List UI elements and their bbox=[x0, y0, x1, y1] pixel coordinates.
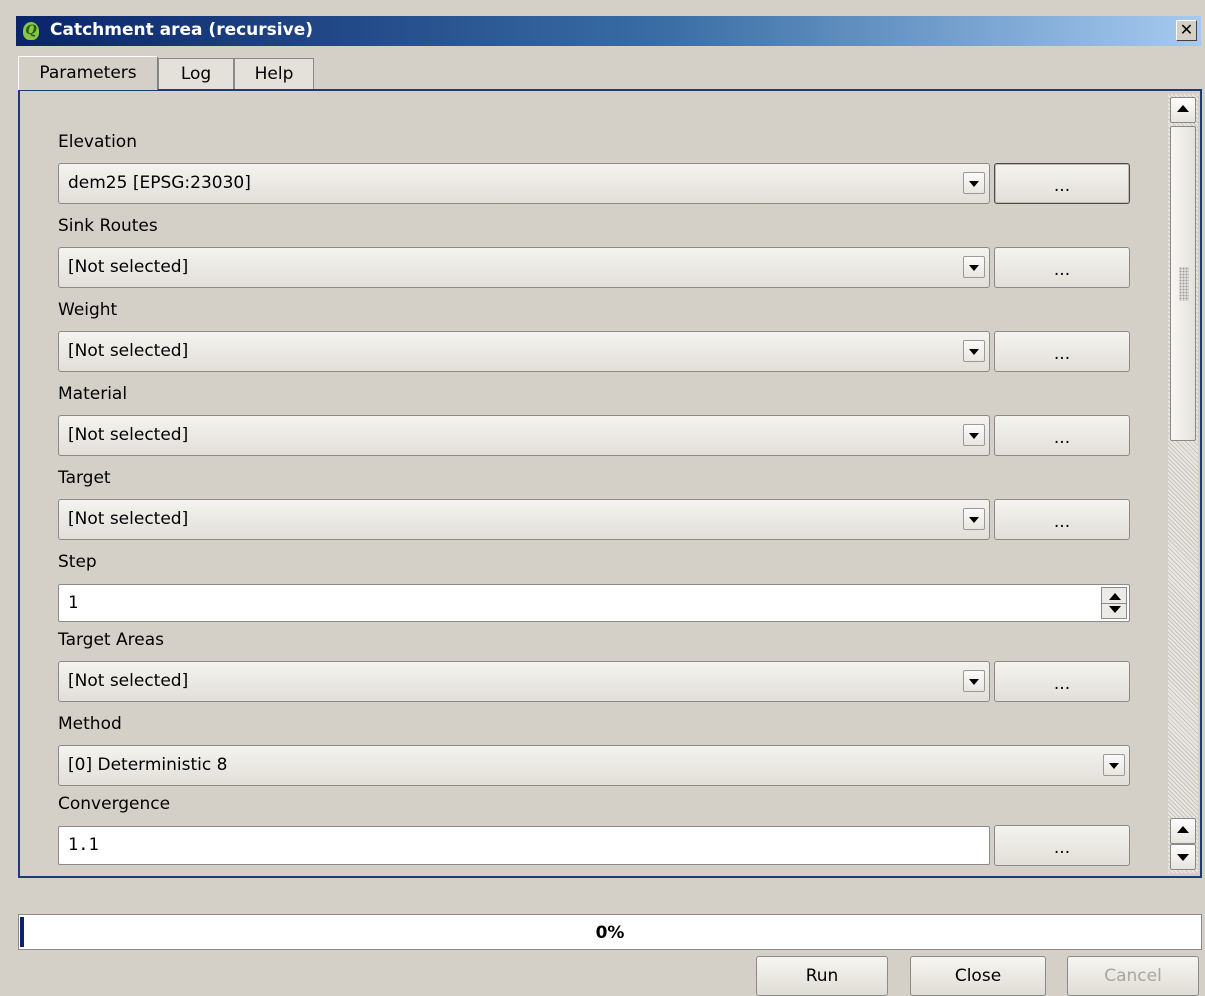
step-spinner[interactable] bbox=[1101, 587, 1127, 619]
qgis-logo-icon: Q bbox=[23, 22, 39, 40]
material-label: Material bbox=[58, 384, 128, 404]
window-titlebar[interactable]: Q Catchment area (recursive) ✕ bbox=[16, 16, 1201, 46]
run-button[interactable]: Run bbox=[756, 956, 888, 996]
chevron-down-icon[interactable] bbox=[963, 172, 985, 194]
target-areas-select[interactable]: [Not selected] bbox=[58, 661, 990, 702]
scrollbar-thumb[interactable] bbox=[1170, 126, 1196, 441]
sink-routes-browse-button[interactable]: ... bbox=[994, 247, 1130, 288]
scroll-up-button[interactable] bbox=[1170, 97, 1196, 123]
sink-routes-value: [Not selected] bbox=[68, 257, 189, 277]
progress-label: 0% bbox=[595, 923, 625, 943]
target-select[interactable]: [Not selected] bbox=[58, 499, 990, 540]
elevation-select[interactable]: dem25 [EPSG:23030] bbox=[58, 163, 990, 204]
chevron-down-icon[interactable] bbox=[963, 670, 985, 692]
step-label: Step bbox=[58, 552, 97, 572]
method-label: Method bbox=[58, 714, 122, 734]
weight-value: [Not selected] bbox=[68, 341, 189, 361]
material-value: [Not selected] bbox=[68, 425, 189, 445]
parameters-panel: Elevation dem25 [EPSG:23030] ... Sink Ro… bbox=[18, 89, 1202, 878]
material-browse-button[interactable]: ... bbox=[994, 415, 1130, 456]
chevron-down-icon[interactable] bbox=[963, 424, 985, 446]
target-value: [Not selected] bbox=[68, 509, 189, 529]
window-close-button[interactable]: ✕ bbox=[1176, 20, 1197, 41]
tab-log[interactable]: Log bbox=[158, 58, 234, 90]
weight-label: Weight bbox=[58, 300, 118, 320]
chevron-down-icon[interactable] bbox=[1103, 754, 1125, 776]
chevron-down-icon[interactable] bbox=[963, 508, 985, 530]
elevation-value: dem25 [EPSG:23030] bbox=[68, 173, 251, 193]
scroll-up-button-bottom[interactable] bbox=[1170, 818, 1196, 844]
tab-help[interactable]: Help bbox=[234, 58, 314, 90]
sink-routes-label: Sink Routes bbox=[58, 216, 158, 236]
target-browse-button[interactable]: ... bbox=[994, 499, 1130, 540]
elevation-browse-button[interactable]: ... bbox=[994, 163, 1130, 204]
step-input[interactable]: 1 bbox=[58, 584, 1130, 622]
scroll-down-button[interactable] bbox=[1170, 844, 1196, 870]
target-areas-value: [Not selected] bbox=[68, 671, 189, 691]
cancel-button[interactable]: Cancel bbox=[1067, 956, 1199, 996]
tab-parameters[interactable]: Parameters bbox=[18, 56, 158, 90]
chevron-down-icon[interactable] bbox=[963, 256, 985, 278]
chevron-down-icon[interactable] bbox=[963, 340, 985, 362]
elevation-label: Elevation bbox=[58, 132, 137, 152]
convergence-label: Convergence bbox=[58, 794, 171, 814]
spin-down-icon[interactable] bbox=[1109, 606, 1121, 613]
close-button[interactable]: Close bbox=[910, 956, 1046, 996]
target-areas-browse-button[interactable]: ... bbox=[994, 661, 1130, 702]
progress-bar: 0% bbox=[18, 914, 1202, 950]
spin-up-icon[interactable] bbox=[1109, 593, 1121, 600]
target-label: Target bbox=[58, 468, 111, 488]
weight-browse-button[interactable]: ... bbox=[994, 331, 1130, 372]
arrow-up-icon bbox=[1177, 826, 1189, 833]
step-value: 1 bbox=[68, 593, 79, 613]
vertical-scrollbar[interactable] bbox=[1168, 94, 1198, 873]
sink-routes-select[interactable]: [Not selected] bbox=[58, 247, 990, 288]
window-title: Catchment area (recursive) bbox=[50, 20, 313, 40]
convergence-browse-button[interactable]: ... bbox=[994, 825, 1130, 866]
grip-icon bbox=[1179, 267, 1189, 301]
target-areas-label: Target Areas bbox=[58, 630, 164, 650]
convergence-input[interactable]: 1.1 bbox=[58, 826, 990, 865]
weight-select[interactable]: [Not selected] bbox=[58, 331, 990, 372]
method-select[interactable]: [0] Deterministic 8 bbox=[58, 745, 1130, 786]
convergence-value: 1.1 bbox=[68, 835, 99, 855]
arrow-up-icon bbox=[1177, 105, 1189, 112]
arrow-down-icon bbox=[1177, 854, 1189, 861]
material-select[interactable]: [Not selected] bbox=[58, 415, 990, 456]
method-value: [0] Deterministic 8 bbox=[68, 755, 228, 775]
